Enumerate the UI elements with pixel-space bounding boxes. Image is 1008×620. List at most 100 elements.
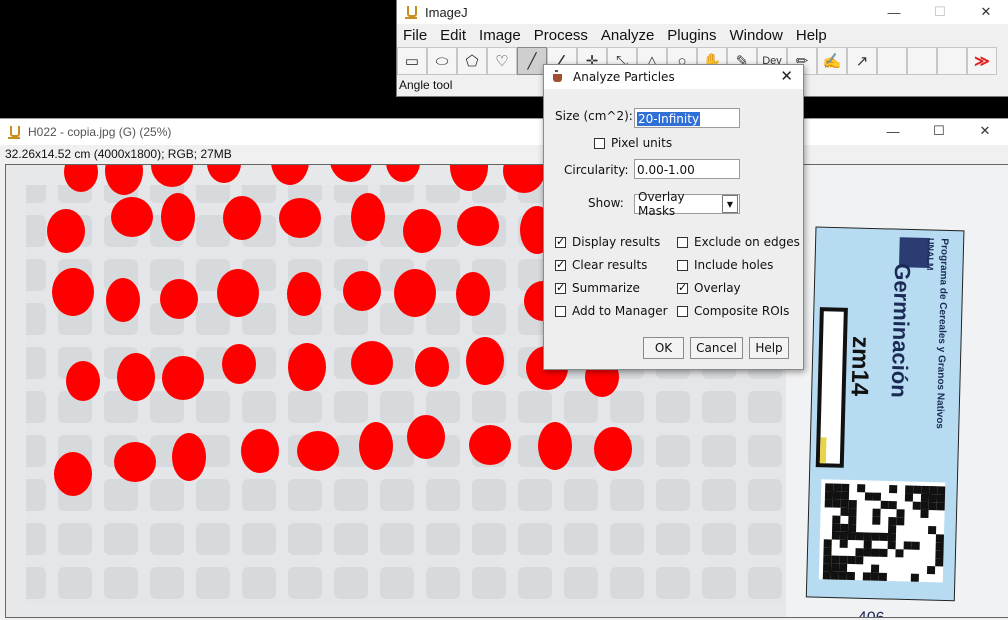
summarize-checkbox[interactable]: Summarize xyxy=(555,281,640,295)
qr-module xyxy=(848,507,857,517)
menu-help[interactable]: Help xyxy=(796,27,827,44)
polygon-tool-icon[interactable]: ⬠ xyxy=(457,47,487,75)
qr-module xyxy=(838,571,847,580)
qr-module xyxy=(825,483,834,492)
overlay-box[interactable] xyxy=(677,281,688,294)
cancel-button[interactable]: Cancel xyxy=(690,337,743,359)
qr-module xyxy=(878,572,887,581)
particle-mask xyxy=(222,344,256,384)
particle-mask xyxy=(343,271,381,311)
show-dropdown[interactable]: Overlay Masks ▼ xyxy=(634,190,740,218)
pixel-units-box[interactable] xyxy=(594,137,605,149)
particle-mask xyxy=(162,356,204,400)
maximize-button[interactable]: ☐ xyxy=(916,119,962,143)
analyze-particles-dialog: Analyze Particles ✕ Size (cm^2): 20-Infi… xyxy=(543,64,804,370)
exclude-on-edges-box[interactable] xyxy=(677,236,688,248)
close-button[interactable]: ✕ xyxy=(962,119,1008,143)
add-to-manager-checkbox[interactable]: Add to Manager xyxy=(555,304,668,318)
qr-module xyxy=(848,499,857,509)
clear-results-box[interactable] xyxy=(555,258,566,271)
display-results-checkbox[interactable]: Display results xyxy=(555,235,660,249)
menu-file[interactable]: File xyxy=(403,27,427,44)
menu-plugins[interactable]: Plugins xyxy=(667,27,716,44)
include-holes-checkbox[interactable]: Include holes xyxy=(677,258,773,272)
circularity-field[interactable]: 0.00-1.00 xyxy=(634,159,740,179)
qr-module xyxy=(921,485,930,495)
rectangle-tool-icon[interactable]: ▭ xyxy=(397,47,427,75)
qr-module xyxy=(824,491,834,500)
image-window-title: H022 - copia.jpg (G) (25%) xyxy=(28,125,172,139)
arrow-tool-icon[interactable]: ↗ xyxy=(847,47,877,75)
label-university: UNALM xyxy=(925,238,936,271)
qr-module xyxy=(880,500,889,509)
qr-module xyxy=(840,491,850,500)
image-window-titlebar[interactable]: H022 - copia.jpg (G) (25%) — ☐ ✕ xyxy=(0,119,1008,145)
size-field[interactable]: 20-Infinity xyxy=(634,108,740,128)
qr-module xyxy=(935,550,944,559)
show-label: Show: xyxy=(588,196,624,210)
qr-module xyxy=(920,493,930,503)
menu-image[interactable]: Image xyxy=(479,27,521,44)
help-button[interactable]: Help xyxy=(749,337,789,359)
qr-module xyxy=(888,524,897,534)
flood-fill-tool-icon[interactable]: ✍ xyxy=(817,47,847,75)
particle-mask xyxy=(456,272,490,316)
include-holes-box[interactable] xyxy=(677,259,688,271)
particle-mask xyxy=(117,353,155,401)
circularity-value: 0.00-1.00 xyxy=(637,163,695,177)
imagej-titlebar[interactable]: ImageJ — ☐ ✕ xyxy=(397,0,1008,24)
composite-rois-checkbox[interactable]: Composite ROIs xyxy=(677,304,789,318)
qr-module xyxy=(935,558,944,567)
display-results-box[interactable] xyxy=(555,235,566,248)
qr-module xyxy=(862,572,871,581)
overlay-checkbox[interactable]: Overlay xyxy=(677,281,741,295)
particle-mask xyxy=(279,198,321,238)
qr-module xyxy=(905,485,914,494)
qr-module xyxy=(910,573,919,582)
qr-module xyxy=(887,540,896,550)
qr-module xyxy=(936,502,945,511)
qr-module xyxy=(832,491,842,500)
qr-module xyxy=(870,564,880,573)
particle-mask xyxy=(351,193,385,241)
qr-module xyxy=(857,484,866,493)
minimize-button[interactable]: — xyxy=(870,119,916,143)
qr-module xyxy=(928,502,937,511)
qr-module xyxy=(920,509,929,519)
particle-mask xyxy=(469,425,511,465)
qr-module xyxy=(863,540,872,549)
java-cup-icon xyxy=(552,70,566,84)
clear-results-checkbox[interactable]: Clear results xyxy=(555,258,647,272)
exclude-on-edges-checkbox[interactable]: Exclude on edges xyxy=(677,235,800,249)
qr-module xyxy=(839,555,848,564)
image-canvas[interactable]: Programa de Cereales y Granos Nativos UN… xyxy=(5,164,1008,618)
close-button[interactable]: ✕ xyxy=(963,0,1008,24)
menu-window[interactable]: Window xyxy=(730,27,783,44)
freehand-tool-icon[interactable]: ♡ xyxy=(487,47,517,75)
qr-module xyxy=(831,555,840,564)
chevron-down-icon[interactable]: ▼ xyxy=(722,195,738,213)
overlay-label: Overlay xyxy=(694,281,741,295)
particle-mask xyxy=(594,427,632,471)
dialog-titlebar[interactable]: Analyze Particles ✕ xyxy=(544,65,803,89)
qr-module xyxy=(839,539,848,548)
qr-module xyxy=(935,542,944,551)
particle-mask xyxy=(111,197,153,237)
summarize-box[interactable] xyxy=(555,281,566,294)
menu-process[interactable]: Process xyxy=(534,27,588,44)
qr-module xyxy=(887,532,897,542)
add-to-manager-box[interactable] xyxy=(555,305,566,317)
qr-module xyxy=(929,486,938,495)
menu-edit[interactable]: Edit xyxy=(440,27,466,44)
maximize-button[interactable]: ☐ xyxy=(917,0,963,24)
dialog-close-icon[interactable]: ✕ xyxy=(780,67,793,85)
ok-button[interactable]: OK xyxy=(643,337,684,359)
oval-tool-icon[interactable]: ⬭ xyxy=(427,47,457,75)
composite-rois-box[interactable] xyxy=(677,305,688,317)
pixel-units-checkbox[interactable]: Pixel units xyxy=(594,136,672,150)
qr-module xyxy=(911,541,920,550)
particle-mask xyxy=(359,422,393,470)
more-tools-icon[interactable]: ≫ xyxy=(967,47,997,75)
minimize-button[interactable]: — xyxy=(871,0,917,24)
menu-analyze[interactable]: Analyze xyxy=(601,27,654,44)
